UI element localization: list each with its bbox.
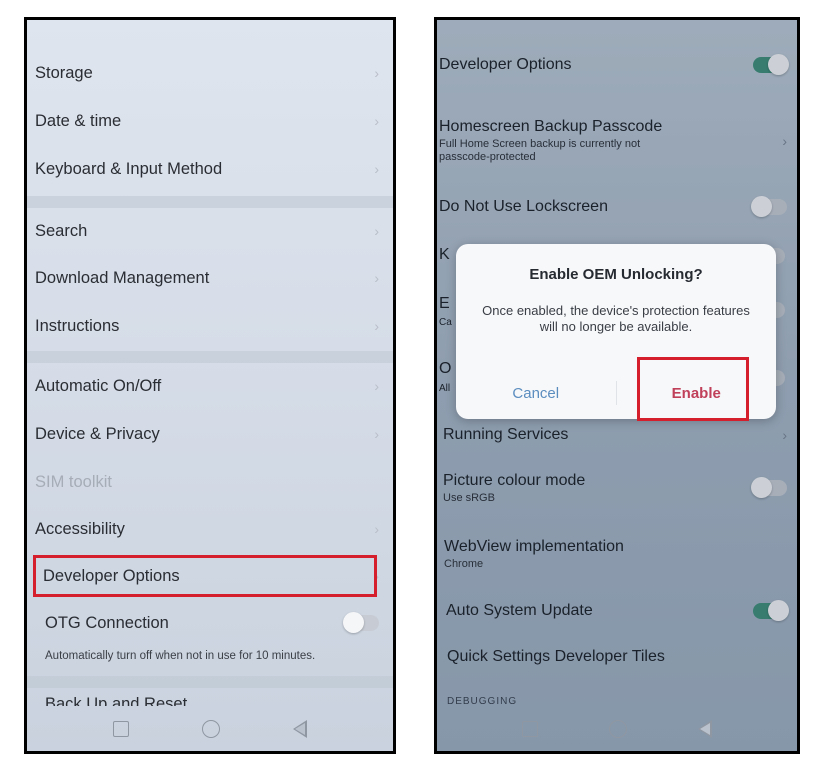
picture-colour-toggle[interactable] [751, 477, 787, 498]
back-icon[interactable] [697, 720, 712, 738]
settings-item-otg-connection[interactable]: OTG Connection [27, 600, 393, 646]
item-subtitle: Use sRGB [443, 491, 495, 504]
dev-item-auto-system-update[interactable]: Auto System Update [437, 596, 797, 626]
item-label: Keyboard & Input Method [35, 159, 223, 178]
item-title: Picture colour mode [443, 471, 586, 489]
item-label: Download Management [35, 268, 210, 287]
enable-button-highlight [637, 357, 749, 421]
item-subtitle: Chrome [444, 557, 484, 570]
chevron-right-icon: › [374, 65, 379, 81]
chevron-right-icon: › [374, 378, 379, 394]
item-label: OTG Connection [45, 613, 169, 632]
section-divider [27, 676, 393, 688]
settings-item-search[interactable]: Search › [27, 208, 393, 254]
otg-toggle[interactable] [343, 612, 379, 633]
hidden-row-letter: K [439, 246, 450, 263]
chevron-right-icon: › [374, 521, 379, 537]
item-title: Auto System Update [446, 602, 593, 619]
dev-item-do-not-use-lockscreen[interactable]: Do Not Use Lockscreen [437, 192, 797, 222]
item-label: Instructions [35, 316, 120, 335]
item-label: Date & time [35, 111, 122, 130]
item-title: Do Not Use Lockscreen [439, 198, 608, 215]
otg-description: Automatically turn off when not in use f… [45, 650, 316, 662]
home-icon[interactable] [201, 720, 220, 738]
dev-item-webview-implementation[interactable]: WebView implementation Chrome [437, 532, 797, 576]
hidden-row-sub: Ca [439, 317, 452, 328]
auto-update-toggle[interactable] [753, 600, 789, 621]
item-label: Storage [35, 63, 93, 82]
chevron-right-icon: › [374, 426, 379, 442]
item-title: WebView implementation [444, 537, 624, 555]
dev-item-quick-settings-tiles[interactable]: Quick Settings Developer Tiles [437, 642, 797, 672]
section-divider [27, 351, 393, 363]
settings-screen: Storage › Date & time › Keyboard & Input… [27, 20, 393, 751]
settings-item-instructions[interactable]: Instructions › [27, 303, 393, 349]
settings-item-keyboard[interactable]: Keyboard & Input Method › [27, 146, 393, 192]
item-label: Back Up and Reset [45, 694, 188, 707]
settings-item-back-up-reset[interactable]: Back Up and Reset [27, 688, 393, 707]
chevron-right-icon: › [374, 161, 379, 177]
navigation-bar [437, 707, 797, 751]
chevron-right-icon: › [782, 133, 787, 149]
developer-options-highlight [33, 555, 377, 597]
item-label: Automatic On/Off [35, 376, 162, 395]
settings-item-storage[interactable]: Storage › [27, 50, 393, 96]
settings-item-automatic-on-off[interactable]: Automatic On/Off › [27, 363, 393, 409]
item-label: SIM toolkit [35, 472, 113, 491]
hidden-row-letter: O [439, 360, 452, 377]
dev-item-developer-options[interactable]: Developer Options [437, 50, 797, 80]
left-phone-frame: Storage › Date & time › Keyboard & Input… [24, 17, 396, 754]
settings-item-accessibility[interactable]: Accessibility › [27, 506, 393, 552]
recent-apps-icon[interactable] [113, 721, 130, 737]
chevron-right-icon: › [374, 223, 379, 239]
item-title: Quick Settings Developer Tiles [447, 648, 665, 665]
hidden-row-letter: E [439, 295, 450, 312]
developer-options-screen: Developer Options Homescreen Backup Pass… [437, 20, 797, 751]
chevron-right-icon: › [374, 270, 379, 286]
dev-item-picture-colour-mode[interactable]: Picture colour mode Use sRGB [437, 466, 797, 510]
settings-item-sim-toolkit: SIM toolkit [27, 459, 393, 505]
dev-item-running-services[interactable]: Running Services › [437, 420, 797, 450]
chevron-right-icon: › [374, 113, 379, 129]
recent-apps-icon[interactable] [522, 721, 539, 737]
item-subtitle: Full Home Screen backup is currently not… [439, 138, 641, 163]
chevron-right-icon: › [374, 318, 379, 334]
dialog-message: Once enabled, the device's protection fe… [482, 303, 750, 334]
settings-item-date-time[interactable]: Date & time › [27, 98, 393, 144]
developer-options-toggle[interactable] [753, 54, 789, 75]
dialog-title: Enable OEM Unlocking? [529, 266, 703, 283]
section-divider [27, 196, 393, 208]
item-title: Running Services [443, 426, 569, 443]
right-phone-frame: Developer Options Homescreen Backup Pass… [434, 17, 800, 754]
item-label: Device & Privacy [35, 424, 160, 443]
hidden-row-sub: All [439, 383, 451, 394]
item-title: Homescreen Backup Passcode [439, 118, 663, 135]
settings-item-device-privacy[interactable]: Device & Privacy › [27, 411, 393, 457]
cancel-button[interactable]: Cancel [456, 367, 616, 419]
lockscreen-toggle[interactable] [751, 196, 787, 217]
chevron-right-icon: › [782, 427, 787, 443]
navigation-bar [27, 707, 393, 751]
item-label: Accessibility [35, 519, 125, 538]
dev-item-homescreen-backup[interactable]: Homescreen Backup Passcode Full Home Scr… [437, 112, 797, 170]
settings-item-download-management[interactable]: Download Management › [27, 255, 393, 301]
section-header-debugging: DEBUGGING [447, 696, 518, 707]
item-label: Search [35, 221, 88, 240]
item-title: Developer Options [439, 56, 572, 73]
back-icon[interactable] [292, 720, 307, 738]
home-icon[interactable] [608, 720, 627, 738]
